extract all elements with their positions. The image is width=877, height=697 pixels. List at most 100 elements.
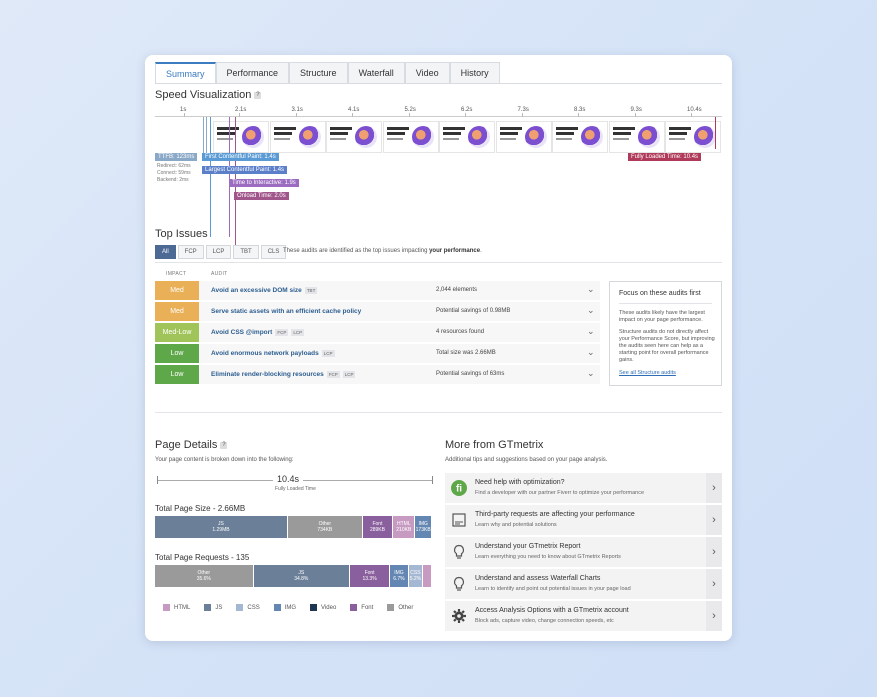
audit-column-header: AUDIT: [211, 271, 228, 277]
filmstrip-frame[interactable]: [213, 121, 269, 153]
content-legend: HTML JS CSS IMG Video Font Other: [163, 604, 427, 611]
issue-title[interactable]: Serve static assets with an efficient ca…: [211, 308, 361, 315]
chevron-right-icon[interactable]: ›: [706, 505, 722, 535]
legend-item: IMG: [273, 604, 296, 611]
page-size-bar: JS 1.29MB Other 734KB Font 289KB HTML 210KB IMG 1…: [155, 516, 432, 538]
bar-segment: Other 35.6%: [155, 565, 254, 587]
chevron-right-icon[interactable]: ›: [706, 569, 722, 599]
more-from-subtitle: Additional tips and suggestions based on…: [445, 457, 608, 463]
more-from-item-title: Understand your GTmetrix Report: [475, 543, 581, 550]
tab-history[interactable]: History: [449, 62, 500, 84]
chevron-down-icon[interactable]: ⌄: [587, 284, 595, 295]
more-from-item[interactable]: Third-party requests are affecting your …: [445, 505, 722, 536]
timeline-tick: [352, 113, 353, 117]
fully-loaded-marker: Fully Loaded Time: 10.4s: [628, 153, 702, 161]
legend-swatch: [236, 604, 244, 611]
tab-summary[interactable]: Summary: [155, 62, 216, 84]
chevron-down-icon[interactable]: ⌄: [587, 347, 595, 358]
bar-segment: Other 734KB: [287, 516, 363, 538]
timeline-label: 3.1s: [291, 107, 303, 113]
impact-column-header: IMPACT: [166, 271, 187, 277]
filter-fcp[interactable]: FCP: [177, 245, 204, 259]
filter-tbt[interactable]: TBT: [233, 245, 259, 259]
issue-row[interactable]: Med Avoid an excessive DOM size TBT 2,044 e…: [155, 281, 600, 301]
metric-tag: LCP: [291, 329, 305, 336]
filmstrip-frame[interactable]: [552, 121, 608, 153]
filter-lcp[interactable]: LCP: [205, 245, 232, 259]
chevron-right-icon[interactable]: ›: [706, 473, 722, 503]
issue-result: Total size was 2.66MB: [436, 350, 496, 356]
tab-video[interactable]: Video: [404, 62, 450, 84]
more-from-item[interactable]: Understand your GTmetrix Report Learn eve…: [445, 537, 722, 568]
help-icon[interactable]: ?: [220, 441, 228, 449]
timeline-label: 5.2s: [404, 107, 416, 113]
severity-badge: Med-Low: [155, 323, 199, 342]
bar-segment: IMG 173KB: [415, 516, 432, 538]
issue-result: Potential savings of 0.98MB: [436, 308, 511, 314]
filmstrip-frame[interactable]: [326, 121, 382, 153]
filmstrip-frame[interactable]: [269, 121, 326, 153]
chevron-right-icon[interactable]: ›: [706, 601, 722, 631]
legend-swatch: [350, 604, 358, 611]
bar-segment: JS 34.8%: [253, 565, 350, 587]
tab-waterfall[interactable]: Waterfall: [347, 62, 405, 84]
legend-item: Other: [387, 604, 413, 611]
filmstrip-frame[interactable]: [382, 121, 439, 153]
onload-marker: Onload Time: 2.0s: [234, 192, 289, 200]
issue-result: 2,044 elements: [436, 287, 478, 293]
see-all-structure-link[interactable]: See all Structure audits: [619, 370, 676, 376]
focus-text-1: These audits likely have the largest imp…: [619, 310, 705, 323]
more-from-item-title: Third-party requests are affecting your …: [475, 511, 635, 518]
issue-title[interactable]: Avoid CSS @import FCP LCP: [211, 329, 305, 336]
fiverr-icon: fi: [451, 480, 467, 496]
severity-badge: Med: [155, 302, 199, 321]
lightbulb-icon: [451, 576, 467, 592]
focus-panel: Focus on these audits first These audits…: [609, 281, 722, 386]
more-from-item-subtitle: Find a developer with our partner Fiverr…: [475, 490, 645, 496]
severity-badge: Low: [155, 344, 199, 363]
timeline-label: 2.1s: [235, 107, 247, 113]
issue-title[interactable]: Avoid an excessive DOM size TBT: [211, 287, 318, 294]
more-from-item[interactable]: fi Need help with optimization? Find a dev…: [445, 473, 722, 504]
issue-row[interactable]: Low Eliminate render-blocking resources FC…: [155, 365, 600, 385]
tti-marker: Time to Interactive: 1.9s: [229, 179, 299, 187]
more-from-item-subtitle: Learn everything you need to know about …: [475, 554, 621, 560]
issue-result: Potential savings of 63ms: [436, 371, 505, 377]
tab-performance[interactable]: Performance: [215, 62, 290, 84]
timeline-label: 4.1s: [348, 107, 360, 113]
page-requests-title: Total Page Requests - 135: [155, 553, 250, 562]
help-icon[interactable]: ?: [254, 91, 262, 99]
legend-swatch: [273, 604, 281, 611]
filter-all[interactable]: All: [155, 245, 176, 259]
more-from-item[interactable]: Understand and assess Waterfall Charts Le…: [445, 569, 722, 600]
page-details-title: Page Details?: [155, 439, 228, 451]
issue-result: 4 resources found: [436, 329, 485, 335]
timeline-tick: [184, 113, 185, 117]
chevron-down-icon[interactable]: ⌄: [587, 305, 595, 316]
filmstrip-frame[interactable]: [665, 121, 721, 153]
filters-note: These audits are identified as the top i…: [283, 248, 482, 254]
issue-row[interactable]: Med Serve static assets with an efficient…: [155, 302, 600, 322]
tab-structure[interactable]: Structure: [289, 62, 348, 84]
filmstrip-frame[interactable]: [608, 121, 665, 153]
page-requests-bar: Other 35.6% JS 34.8% Font 13.3% IMG 6.7% CSS 5.2%: [155, 565, 432, 587]
chevron-down-icon[interactable]: ⌄: [587, 368, 595, 379]
chevron-right-icon[interactable]: ›: [706, 537, 722, 567]
issue-title[interactable]: Eliminate render-blocking resources FCP LC…: [211, 371, 356, 378]
chevron-down-icon[interactable]: ⌄: [587, 326, 595, 337]
lightbulb-icon: [451, 544, 467, 560]
issue-title[interactable]: Avoid enormous network payloads LCP: [211, 350, 335, 357]
bar-segment: CSS 5.2%: [408, 565, 424, 587]
document-icon: [451, 512, 467, 528]
issue-row[interactable]: Med-Low Avoid CSS @import FCP LCP 4 resource…: [155, 323, 600, 343]
issue-row[interactable]: Low Avoid enormous network payloads LCP Tot…: [155, 344, 600, 364]
legend-item: Font: [350, 604, 373, 611]
filmstrip-frame[interactable]: [439, 121, 495, 153]
legend-item: CSS: [236, 604, 260, 611]
filmstrip-frame[interactable]: [495, 121, 552, 153]
more-from-item[interactable]: Access Analysis Options with a GTmetrix …: [445, 601, 722, 632]
legend-item: JS: [204, 604, 222, 611]
bar-segment: Font 289KB: [362, 516, 394, 538]
speed-visualization-title: Speed Visualization?: [155, 89, 262, 101]
more-from-title: More from GTmetrix: [445, 439, 544, 451]
